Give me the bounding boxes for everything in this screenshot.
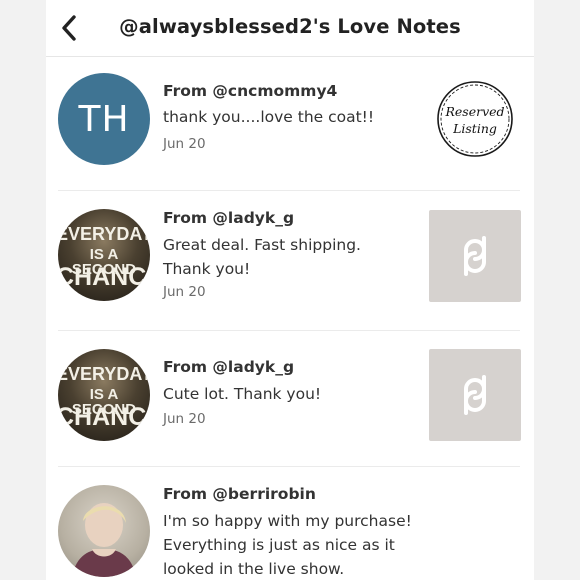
- avatar[interactable]: EVERYDAY IS A SECOND CHANCE: [58, 209, 150, 301]
- avatar-text-3: CHANCE: [58, 403, 150, 431]
- note-date: Jun 20: [163, 284, 206, 300]
- badge-line-1: Reserved: [444, 104, 504, 119]
- listing-thumbnail[interactable]: [429, 210, 521, 302]
- note-author[interactable]: From @berrirobin: [163, 485, 316, 503]
- avatar-initials: TH: [78, 98, 130, 140]
- avatar[interactable]: TH: [58, 73, 150, 165]
- note-message: I'm so happy with my purchase! Everythin…: [163, 512, 412, 578]
- love-note-item: EVERYDAY IS A SECOND CHANCE From @ladyk_…: [58, 330, 521, 467]
- listing-thumbnail[interactable]: [429, 349, 521, 441]
- poshmark-logo-icon: [464, 236, 486, 276]
- avatar[interactable]: [58, 485, 150, 577]
- love-note-item: From @berrirobin I'm so happy with my pu…: [58, 466, 520, 580]
- love-notes-screen: @alwaysblessed2's Love Notes TH From @cn…: [46, 0, 534, 580]
- avatar[interactable]: EVERYDAY IS A SECOND CHANCE: [58, 349, 150, 441]
- note-date: Jun 20: [163, 136, 206, 152]
- avatar-text-3: CHANCE: [58, 263, 150, 291]
- listing-thumbnail[interactable]: Reserved Listing: [429, 73, 521, 165]
- note-author[interactable]: From @ladyk_g: [163, 209, 294, 227]
- avatar-text-1: EVERYDAY: [58, 224, 150, 244]
- avatar-text-1: EVERYDAY: [58, 364, 150, 384]
- love-note-item: EVERYDAY IS A SECOND CHANCE From @ladyk_…: [58, 190, 521, 331]
- page-title: @alwaysblessed2's Love Notes: [119, 15, 461, 38]
- user-photo-icon: [72, 503, 136, 577]
- poshmark-logo-icon: [464, 375, 486, 415]
- badge-line-2: Listing: [452, 121, 497, 136]
- header: @alwaysblessed2's Love Notes: [46, 0, 534, 57]
- note-date: Jun 20: [163, 411, 206, 427]
- reserved-listing-badge: Reserved Listing: [437, 81, 513, 157]
- note-message: thank you....love the coat!!: [163, 108, 375, 126]
- note-author[interactable]: From @ladyk_g: [163, 358, 294, 376]
- note-author[interactable]: From @cncmommy4: [163, 82, 337, 100]
- note-message: Cute lot. Thank you!: [163, 385, 322, 403]
- note-message: Great deal. Fast shipping. Thank you!: [163, 236, 361, 278]
- love-note-item: TH From @cncmommy4 thank you....love the…: [58, 56, 521, 191]
